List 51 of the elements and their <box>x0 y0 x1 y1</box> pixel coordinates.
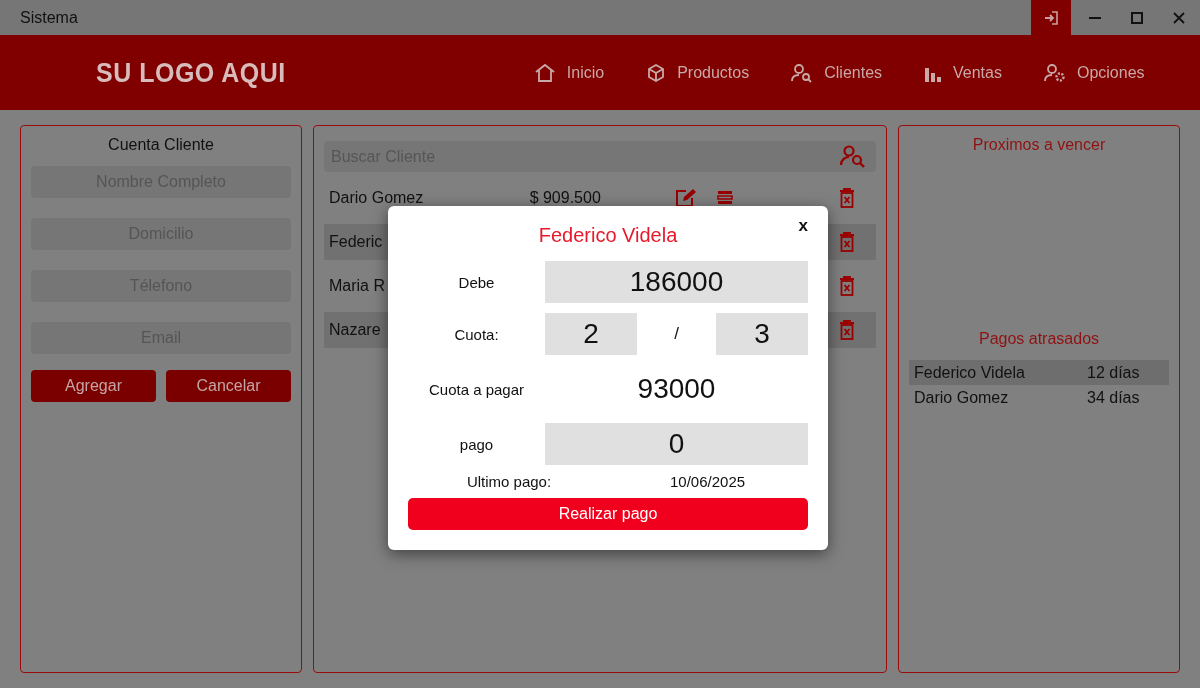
last-payment-date: 10/06/2025 <box>670 473 746 490</box>
panel-title: Cuenta Cliente <box>107 135 215 155</box>
nav-link[interactable]: Opciones <box>1043 62 1145 83</box>
exit-button[interactable] <box>1031 0 1071 35</box>
client-name: Nazare <box>329 321 381 339</box>
client-name: Dario Gomez <box>329 189 424 207</box>
field-label: Cuota: <box>453 325 500 343</box>
delete-icon[interactable] <box>839 320 855 340</box>
field-label: pago <box>458 435 495 453</box>
user-search-icon <box>791 62 814 83</box>
field-label: Ultimo pago: <box>465 473 553 490</box>
user-gear-icon <box>1043 62 1066 83</box>
logo: SU LOGO AQUI <box>96 56 286 89</box>
installment-field: 2 <box>545 313 637 355</box>
nav-link[interactable]: Inicio <box>533 62 605 83</box>
edit-icon[interactable] <box>674 188 697 208</box>
window-title: Sistema <box>19 8 78 27</box>
form-button[interactable]: Agregar <box>31 370 156 402</box>
client-name: Maria R <box>329 277 385 295</box>
stack-icon[interactable] <box>716 191 733 205</box>
nav-link[interactable]: Ventas <box>924 62 1002 83</box>
form-button[interactable]: Cancelar <box>166 370 291 402</box>
pay-button[interactable]: Realizar pago <box>408 498 808 530</box>
panel-title: Proximos a vencer <box>971 135 1107 155</box>
client-name: Federico Videla <box>914 363 1026 382</box>
client-name: Federic <box>329 233 383 251</box>
user-search-icon[interactable] <box>840 144 866 168</box>
delete-icon[interactable] <box>839 188 855 208</box>
nav-link[interactable]: Clientes <box>791 62 883 83</box>
maximize-icon <box>1131 11 1143 24</box>
installment-field: 3 <box>716 313 808 355</box>
close-button[interactable]: x <box>796 214 810 238</box>
client-name: Dario Gomez <box>914 388 1010 407</box>
amount-field: 186000 <box>545 261 808 303</box>
delete-icon[interactable] <box>839 232 855 252</box>
panel-title: Pagos atrasados <box>977 329 1101 349</box>
separator: / <box>674 324 679 344</box>
dialog-title: Federico Videla <box>538 224 678 247</box>
nav-link[interactable]: Productos <box>646 62 750 83</box>
field-label: Debe <box>457 273 496 291</box>
house-icon <box>533 62 556 83</box>
field-label: Cuota a pagar <box>427 380 526 398</box>
close-icon <box>1173 11 1185 24</box>
client-amount: $ 909.500 <box>529 189 602 207</box>
box-icon <box>646 62 667 83</box>
installment-amount: 93000 <box>636 372 717 406</box>
overdue-days: 12 días <box>1087 363 1140 382</box>
delete-icon[interactable] <box>839 276 855 296</box>
payment-input[interactable]: 0 <box>545 423 808 465</box>
overdue-days: 34 días <box>1087 388 1140 407</box>
exit-icon <box>1043 9 1059 26</box>
